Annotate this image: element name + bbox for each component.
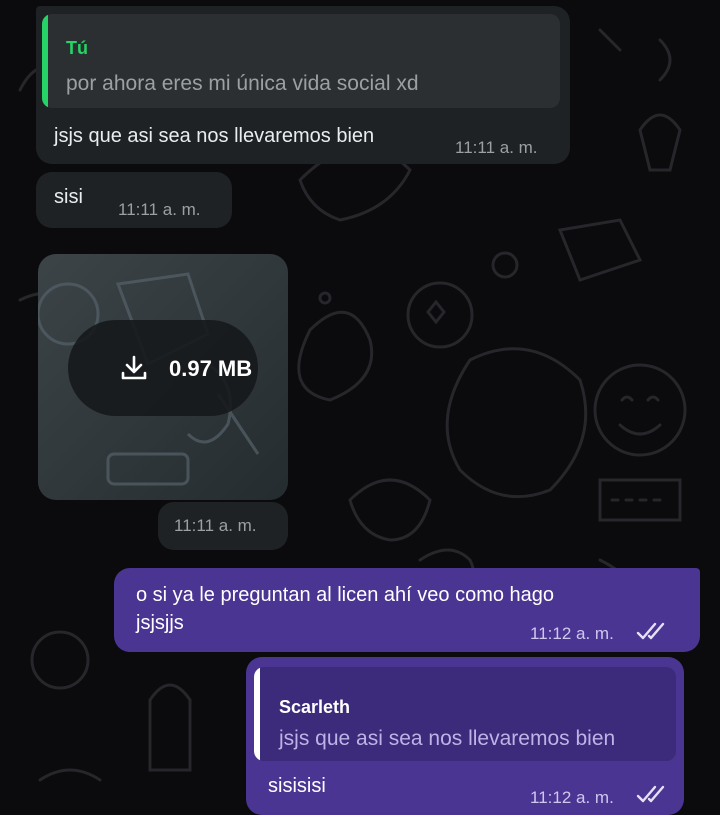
message-time: 11:11 a. m.	[455, 138, 538, 157]
message-text: sisi	[54, 186, 83, 208]
reply-author: Tú	[66, 38, 88, 58]
reply-accent-bar	[254, 667, 260, 761]
message-time: 11:12 a. m.	[530, 788, 614, 807]
quoted-reply[interactable]: Scarleth jsjs que asi sea nos llevaremos…	[254, 667, 676, 761]
download-button[interactable]: 0.97 MB	[68, 320, 258, 416]
download-icon	[121, 355, 147, 380]
reply-text: por ahora eres mi única vida social xd	[66, 72, 419, 95]
message-time: 11:11 a. m.	[174, 516, 257, 535]
message-text-line: o si ya le preguntan al licen ahí veo co…	[136, 584, 555, 606]
double-check-icon	[636, 622, 665, 640]
message-text-line: jsjsjjs	[136, 612, 184, 634]
double-check-icon	[636, 785, 665, 803]
message-bubble-outgoing[interactable]: o si ya le preguntan al licen ahí veo co…	[114, 568, 700, 652]
reply-author: Scarleth	[279, 697, 351, 717]
message-bubble-incoming[interactable]: sisi 11:11 a. m.	[36, 172, 232, 228]
message-text: sisisisi	[268, 775, 326, 797]
message-time: 11:12 a. m.	[530, 624, 614, 643]
reply-accent-bar	[42, 14, 48, 108]
message-text: jsjs que asi sea nos llevaremos bien	[54, 125, 375, 147]
media-time-pill: 11:11 a. m.	[158, 502, 288, 550]
message-time: 11:11 a. m.	[118, 200, 201, 219]
file-size: 0.97 MB	[169, 356, 253, 381]
reply-text: jsjs que asi sea nos llevaremos bien	[279, 727, 616, 750]
quoted-reply[interactable]: Tú por ahora eres mi única vida social x…	[42, 14, 560, 108]
message-bubble-outgoing[interactable]: Scarleth jsjs que asi sea nos llevaremos…	[246, 657, 684, 815]
message-bubble-incoming[interactable]: Tú por ahora eres mi única vida social x…	[36, 6, 570, 164]
media-message[interactable]: 0.97 MB	[38, 254, 288, 500]
